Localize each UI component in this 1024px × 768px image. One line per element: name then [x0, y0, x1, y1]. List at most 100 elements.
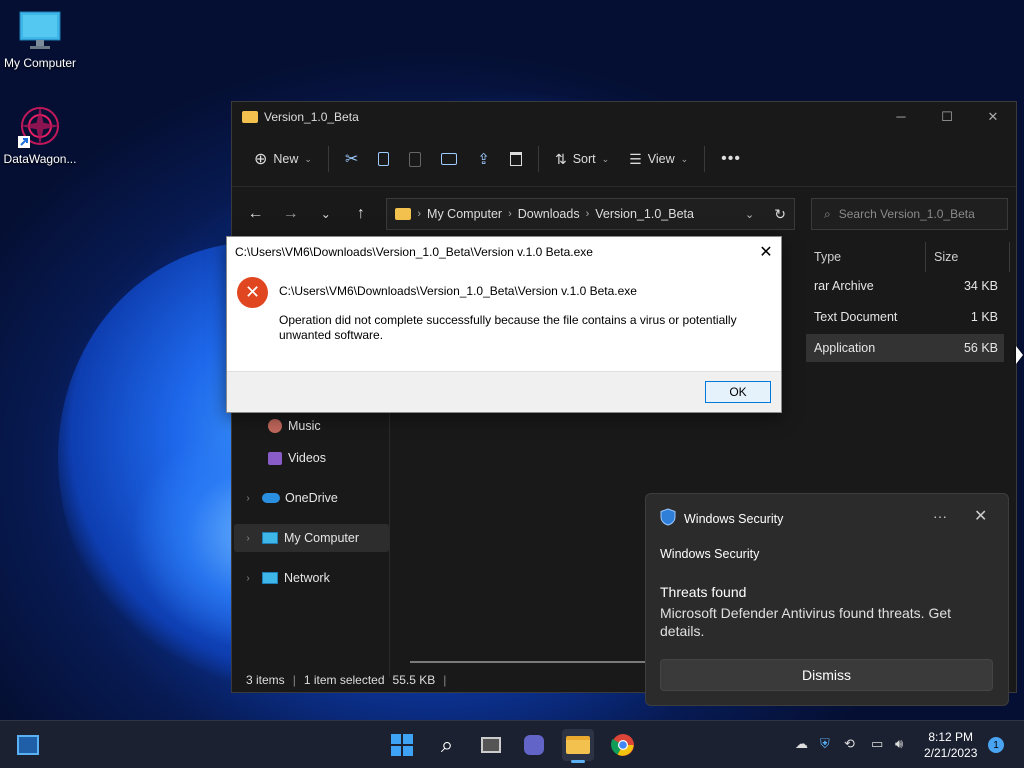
cloud-offline-icon[interactable]: ☁ [795, 736, 808, 752]
chevron-right-icon[interactable]: › [234, 533, 262, 544]
monitor-icon [18, 8, 62, 52]
start-button[interactable] [386, 729, 418, 761]
nav-item-music[interactable]: Music [240, 412, 395, 440]
chevron-right-icon[interactable]: › [234, 573, 262, 584]
cloud-icon [262, 493, 280, 503]
breadcrumb-item[interactable]: Downloads [518, 207, 580, 221]
paste-button[interactable] [399, 143, 431, 175]
file-type: rar Archive [814, 279, 874, 293]
desktop-icon-label: DataWagon... [3, 152, 77, 166]
sort-icon: ⇅ [554, 150, 567, 167]
display-icon[interactable]: ▭ [871, 736, 883, 752]
teams-chat-icon [524, 735, 544, 755]
music-icon [268, 419, 282, 433]
clipboard-icon [409, 151, 422, 167]
chevron-down-icon[interactable]: ⌄ [745, 208, 754, 221]
security-shield-icon[interactable]: ⛨ [820, 736, 830, 752]
sort-button[interactable]: ⇅ Sort ⌄ [545, 143, 619, 175]
toast-app-name: Windows Security [684, 511, 784, 526]
nav-label: OneDrive [285, 491, 338, 505]
table-row-selected[interactable]: Application 56 KB [806, 334, 1004, 362]
toast-message[interactable]: Microsoft Defender Antivirus found threa… [660, 604, 980, 640]
nav-item-videos[interactable]: Videos [240, 444, 395, 472]
search-button[interactable]: ⌕ [431, 729, 463, 761]
up-button[interactable]: ↑ [345, 199, 376, 229]
new-button[interactable]: ⊕ New ⌄ [244, 143, 322, 175]
window-title: Version_1.0_Beta [264, 110, 359, 124]
share-button[interactable]: ⇪ [467, 143, 500, 175]
nav-item-network[interactable]: › Network [234, 564, 389, 592]
desktop-icon-my-computer[interactable]: My Computer [0, 8, 80, 70]
table-row[interactable]: rar Archive 34 KB [806, 272, 1004, 300]
rename-icon [441, 153, 458, 165]
ok-button[interactable]: OK [705, 381, 771, 403]
delete-button[interactable] [500, 143, 532, 175]
task-view-button[interactable] [475, 729, 507, 761]
file-size: 34 KB [963, 279, 998, 293]
column-header-size[interactable]: Size [934, 242, 1010, 272]
table-row[interactable]: Text Document 1 KB [806, 303, 1004, 331]
video-icon [268, 451, 282, 465]
network-icon [262, 572, 278, 584]
dialog-body: ✕ C:\Users\VM6\Downloads\Version_1.0_Bet… [227, 267, 781, 373]
view-list-icon: ☰ [629, 150, 642, 167]
datawagon-app-icon [18, 104, 62, 148]
recent-locations-button[interactable]: ⌄ [310, 199, 341, 229]
copy-button[interactable] [368, 143, 399, 175]
maximize-button[interactable]: ☐ [924, 109, 970, 125]
windows-logo-icon [391, 734, 413, 756]
dialog-message: Operation did not complete successfully … [279, 313, 737, 342]
volume-icon[interactable]: 🔊︎ [895, 736, 903, 752]
close-button[interactable]: ✕ [970, 109, 1016, 125]
clock[interactable]: 8:12 PM 2/21/2023 [924, 729, 977, 761]
ellipsis-icon[interactable]: ··· [933, 508, 947, 524]
back-button[interactable]: ← [240, 199, 271, 229]
folder-icon [395, 208, 412, 220]
search-input[interactable]: ⌕ Search Version_1.0_Beta [810, 198, 1008, 230]
forward-button[interactable]: → [275, 199, 306, 229]
taskbar: ⌕ ☁ ⛨ ⟲ ▭ 🔊︎ 8:12 PM 2/21/2023 1 [0, 720, 1024, 768]
column-header-type[interactable]: Type [814, 242, 926, 272]
desktop-icon-datawagon[interactable]: DataWagon... [0, 104, 80, 166]
file-size: 56 KB [963, 341, 998, 355]
chevron-right-icon[interactable]: › [234, 493, 262, 504]
folder-icon [242, 111, 258, 123]
search-icon: ⌕ [823, 206, 831, 221]
arrow-right-icon: → [282, 205, 299, 222]
breadcrumb-item[interactable]: My Computer [427, 207, 502, 221]
notification-badge[interactable]: 1 [988, 737, 1004, 753]
minimize-button[interactable]: ─ [878, 109, 924, 125]
dialog-close-button[interactable]: ✕ [751, 242, 781, 262]
file-size: 1 KB [970, 310, 998, 324]
widgets-button[interactable] [12, 729, 44, 761]
more-options-button[interactable]: ••• [711, 143, 751, 175]
command-bar: ⊕ New ⌄ ✂ ⇪ ⇅ Sort ⌄ ☰ View ⌄ ••• [232, 132, 1016, 187]
file-type: Application [814, 341, 876, 355]
dialog-title-bar: C:\Users\VM6\Downloads\Version_1.0_Beta\… [227, 237, 781, 267]
view-button[interactable]: ☰ View ⌄ [619, 143, 698, 175]
clock-time: 8:12 PM [928, 730, 974, 744]
file-explorer-taskbar-button[interactable] [562, 729, 594, 763]
cut-button[interactable]: ✂ [335, 143, 368, 175]
chat-button[interactable] [518, 729, 550, 761]
rename-button[interactable] [431, 143, 467, 175]
mouse-cursor [1016, 346, 1023, 364]
shield-icon [660, 508, 676, 529]
selection-size: 55.5 KB [392, 673, 436, 687]
copy-icon [378, 152, 390, 166]
scissors-icon: ✂ [344, 151, 359, 168]
nav-item-my-computer[interactable]: › My Computer [234, 524, 389, 552]
dismiss-button[interactable]: Dismiss [660, 659, 993, 691]
selection-count: 1 item selected [303, 673, 385, 687]
breadcrumb-item[interactable]: Version_1.0_Beta [595, 207, 694, 221]
close-icon[interactable]: ✕ [974, 506, 987, 526]
address-bar[interactable]: › My Computer › Downloads › Version_1.0_… [386, 198, 795, 230]
nav-item-onedrive[interactable]: › OneDrive [234, 484, 389, 512]
chrome-taskbar-button[interactable] [607, 729, 639, 761]
nav-label: My Computer [284, 531, 360, 545]
horizontal-scrollbar[interactable] [410, 661, 650, 663]
refresh-icon[interactable]: ↻ [774, 206, 786, 223]
dialog-footer: OK [227, 371, 781, 412]
sync-icon[interactable]: ⟲ [844, 736, 855, 752]
trash-icon [509, 152, 522, 166]
